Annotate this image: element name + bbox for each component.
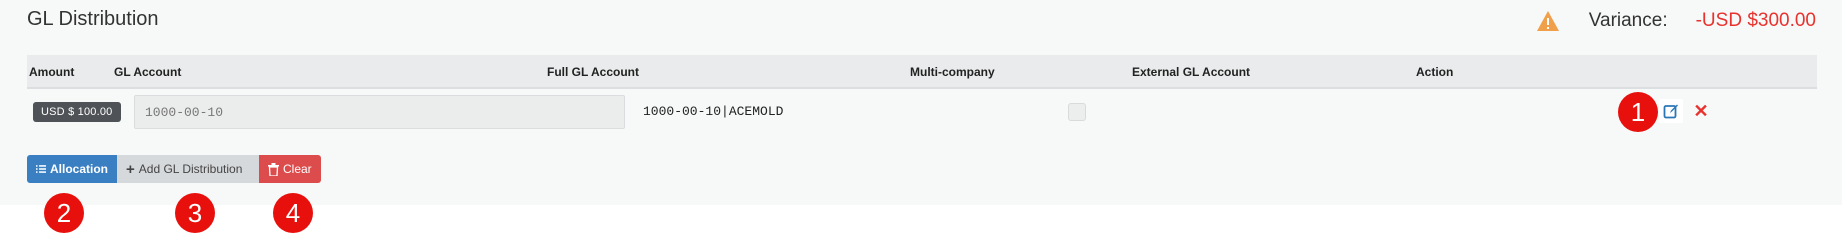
- allocation-label: Allocation: [49, 162, 108, 176]
- column-header-amount: Amount: [29, 65, 75, 79]
- callout-marker-2: 2: [44, 193, 84, 233]
- plus-icon: +: [126, 160, 135, 178]
- amount-badge: USD $ 100.00: [33, 102, 121, 122]
- gl-distribution-panel: GL Distribution Variance: -USD $300.00 A…: [0, 0, 1842, 205]
- variance-value: -USD $300.00: [1695, 10, 1816, 31]
- warning-icon: [1536, 11, 1559, 31]
- multi-company-checkbox[interactable]: [1068, 103, 1086, 121]
- column-header-action: Action: [1416, 65, 1454, 79]
- column-header-gl-account: GL Account: [114, 65, 182, 79]
- clear-button[interactable]: Clear: [259, 155, 321, 183]
- allocation-button[interactable]: Allocation: [27, 155, 117, 183]
- add-gl-distribution-button[interactable]: + Add GL Distribution: [117, 155, 259, 183]
- edit-icon: [1663, 104, 1678, 119]
- table-header: Amount GL Account Full GL Account Multi-…: [27, 55, 1817, 89]
- list-ordered-icon: [36, 165, 46, 173]
- close-icon: ✕: [1693, 100, 1709, 121]
- variance-label: Variance:: [1588, 10, 1668, 31]
- column-header-multi-company: Multi-company: [910, 65, 995, 79]
- gl-distribution-table: Amount GL Account Full GL Account Multi-…: [27, 55, 1817, 89]
- clear-label: Clear: [283, 162, 312, 176]
- variance-indicator: Variance: -USD $300.00: [1536, 10, 1816, 32]
- callout-marker-3: 3: [175, 193, 215, 233]
- column-header-full-gl-account: Full GL Account: [547, 65, 639, 79]
- action-button-group: Allocation + Add GL Distribution Clear: [27, 155, 321, 183]
- edit-button[interactable]: [1659, 99, 1683, 123]
- gl-account-input[interactable]: [134, 95, 625, 129]
- add-gl-distribution-label: Add GL Distribution: [138, 162, 243, 176]
- full-gl-account-value: 1000-00-10|ACEMOLD: [643, 104, 784, 119]
- callout-marker-4: 4: [273, 193, 313, 233]
- trash-icon: [268, 162, 279, 176]
- callout-marker-1: 1: [1618, 92, 1658, 132]
- delete-button[interactable]: ✕: [1689, 99, 1713, 123]
- section-title: GL Distribution: [27, 8, 159, 30]
- column-header-external-gl-account: External GL Account: [1132, 65, 1251, 79]
